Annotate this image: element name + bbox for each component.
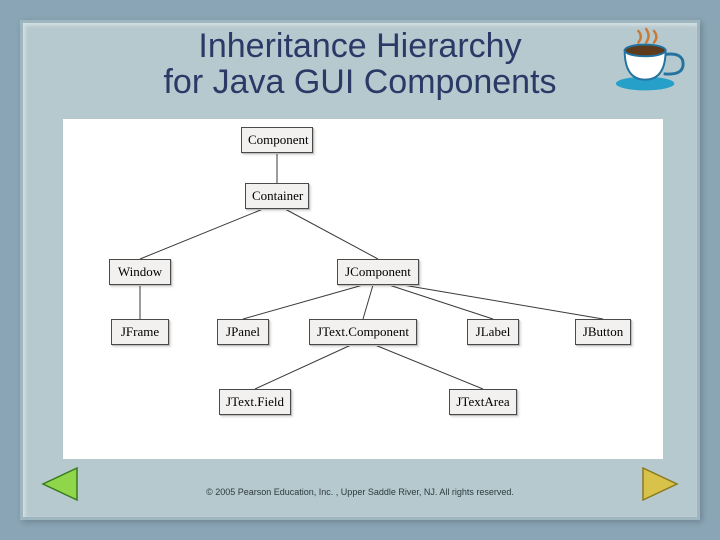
node-jtextcomponent: JText.Component (309, 319, 417, 345)
slide: Inheritance Hierarchy for Java GUI Compo… (20, 20, 700, 520)
title-line-2: for Java GUI Components (163, 63, 556, 101)
hierarchy-diagram: Component Container Window JComponent JF… (63, 119, 663, 459)
arrow-left-icon (37, 464, 81, 504)
node-jlabel: JLabel (467, 319, 519, 345)
node-jpanel: JPanel (217, 319, 269, 345)
copyright-footer: © 2005 Pearson Education, Inc. , Upper S… (23, 487, 697, 497)
node-jtextfield: JText.Field (219, 389, 291, 415)
connector-lines (63, 119, 663, 459)
node-jbutton: JButton (575, 319, 631, 345)
node-jtextarea: JTextArea (449, 389, 517, 415)
diagram-panel: Component Container Window JComponent JF… (63, 119, 663, 459)
coffee-cup-icon (611, 27, 689, 95)
prev-button[interactable] (37, 464, 81, 509)
node-container: Container (245, 183, 309, 209)
node-component: Component (241, 127, 313, 153)
arrow-right-icon (639, 464, 683, 504)
title-line-1: Inheritance Hierarchy (198, 27, 521, 65)
next-button[interactable] (639, 464, 683, 509)
slide-title: Inheritance Hierarchy for Java GUI Compo… (23, 29, 697, 100)
node-jcomponent: JComponent (337, 259, 419, 285)
node-window: Window (109, 259, 171, 285)
node-jframe: JFrame (111, 319, 169, 345)
